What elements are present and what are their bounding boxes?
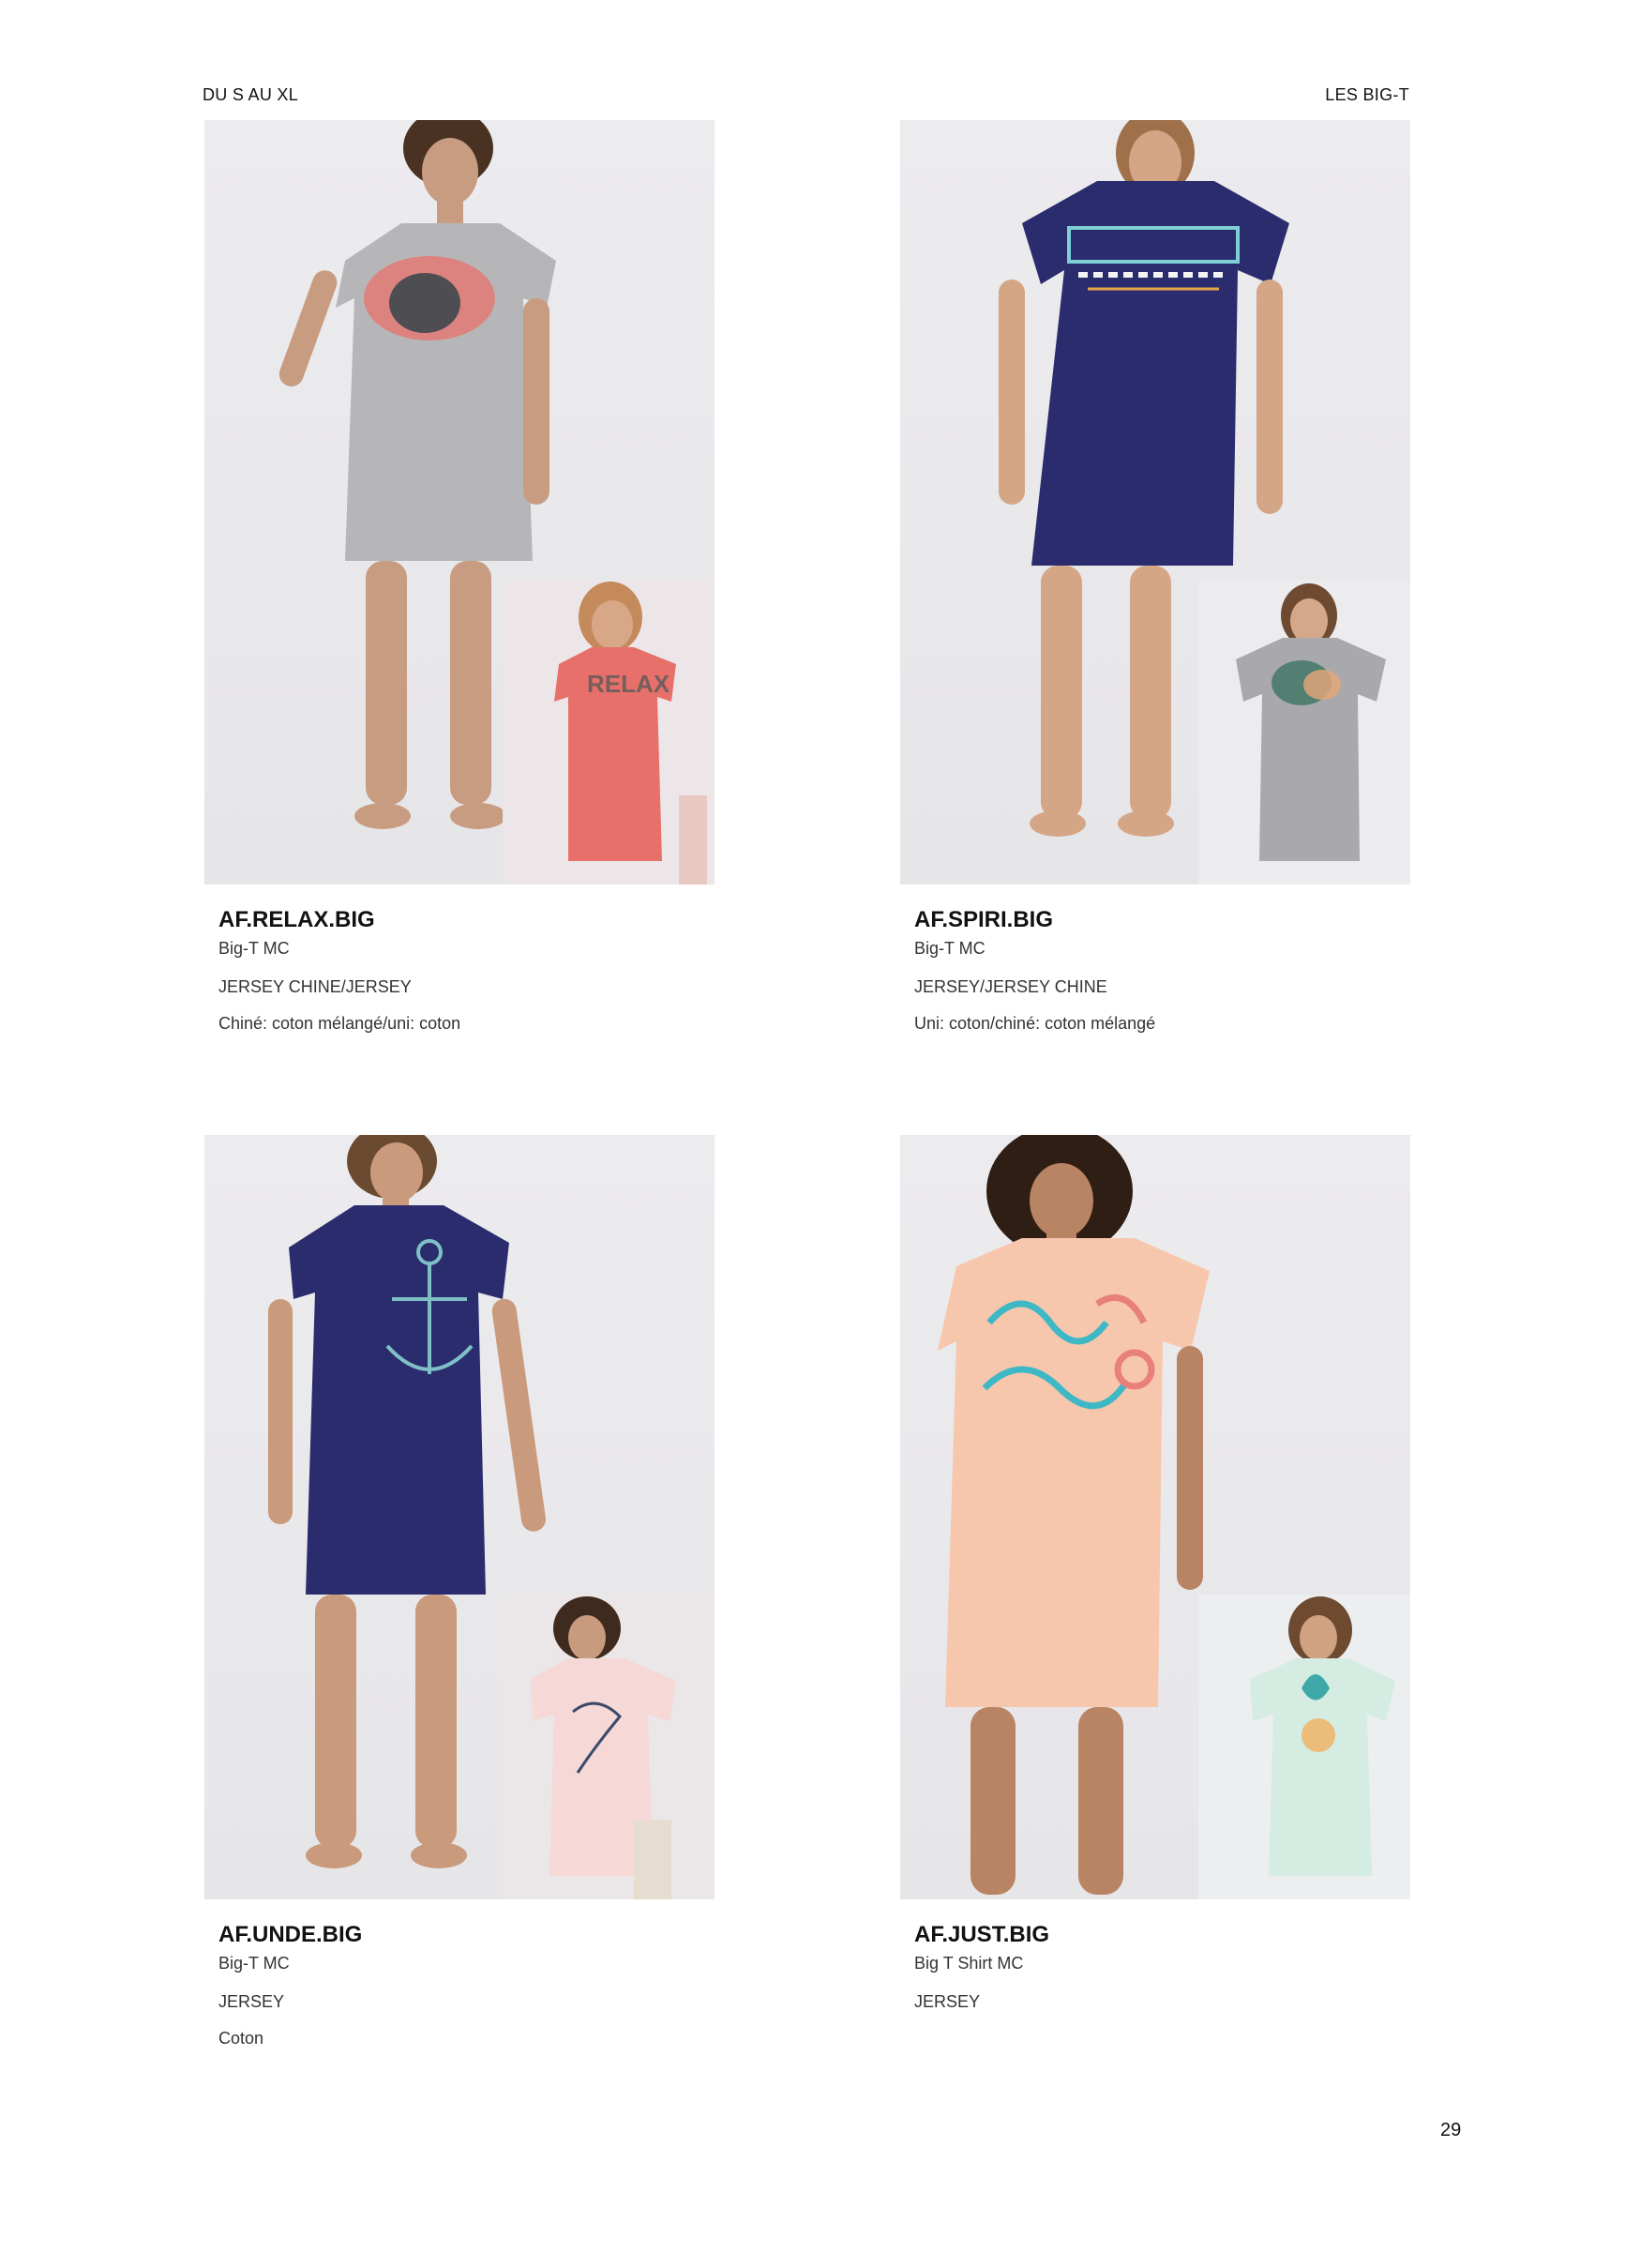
page-number: 29	[1440, 2120, 1462, 2140]
product-fabric: JERSEY	[914, 1992, 981, 2011]
inset-photo	[1198, 580, 1410, 885]
product-card-spiri: AF.SPIRI.BIG Big-T MC JERSEY/JERSEY CHIN…	[900, 120, 1410, 1034]
product-composition: Coton	[218, 2029, 264, 2048]
product-photo	[204, 1135, 715, 1899]
product-ref: AF.JUST.BIG	[914, 1922, 1050, 1947]
print-graphic	[364, 256, 495, 340]
product-composition: Uni: coton/chiné: coton mélangé	[914, 1014, 1156, 1033]
product-composition: Chiné: coton mélangé/uni: coton	[218, 1014, 461, 1033]
product-ref: AF.RELAX.BIG	[218, 907, 375, 932]
header-right: LES BIG-T	[1325, 85, 1409, 104]
product-card-unde: AF.UNDE.BIG Big-T MC JERSEY Coton	[204, 1135, 715, 2049]
inset-photo: RELAX	[503, 580, 715, 885]
product-photo	[900, 1135, 1410, 1899]
product-photo	[900, 120, 1410, 885]
product-fabric: JERSEY	[218, 1992, 285, 2011]
product-fabric: JERSEY CHINE/JERSEY	[218, 977, 412, 996]
product-ref: AF.UNDE.BIG	[218, 1922, 363, 1947]
product-photo: RELAX	[204, 120, 715, 885]
product-type: Big-T MC	[218, 1954, 290, 1973]
inset-photo	[503, 1595, 715, 1899]
product-type: Big-T MC	[914, 939, 986, 958]
product-type: Big T Shirt MC	[914, 1954, 1024, 1973]
model-figure	[938, 1135, 1210, 1895]
product-type: Big-T MC	[218, 939, 290, 958]
product-fabric: JERSEY/JERSEY CHINE	[914, 977, 1107, 996]
header-left: DU S AU XL	[203, 85, 299, 104]
product-ref: AF.SPIRI.BIG	[914, 907, 1054, 932]
svg-text:RELAX: RELAX	[587, 670, 670, 698]
product-card-relax: RELAX AF.RELAX.BIG Big-T MC JERSEY CHINE…	[204, 120, 715, 1034]
product-card-just: AF.JUST.BIG Big T Shirt MC JERSEY	[900, 1135, 1410, 2012]
inset-photo	[1198, 1595, 1410, 1899]
